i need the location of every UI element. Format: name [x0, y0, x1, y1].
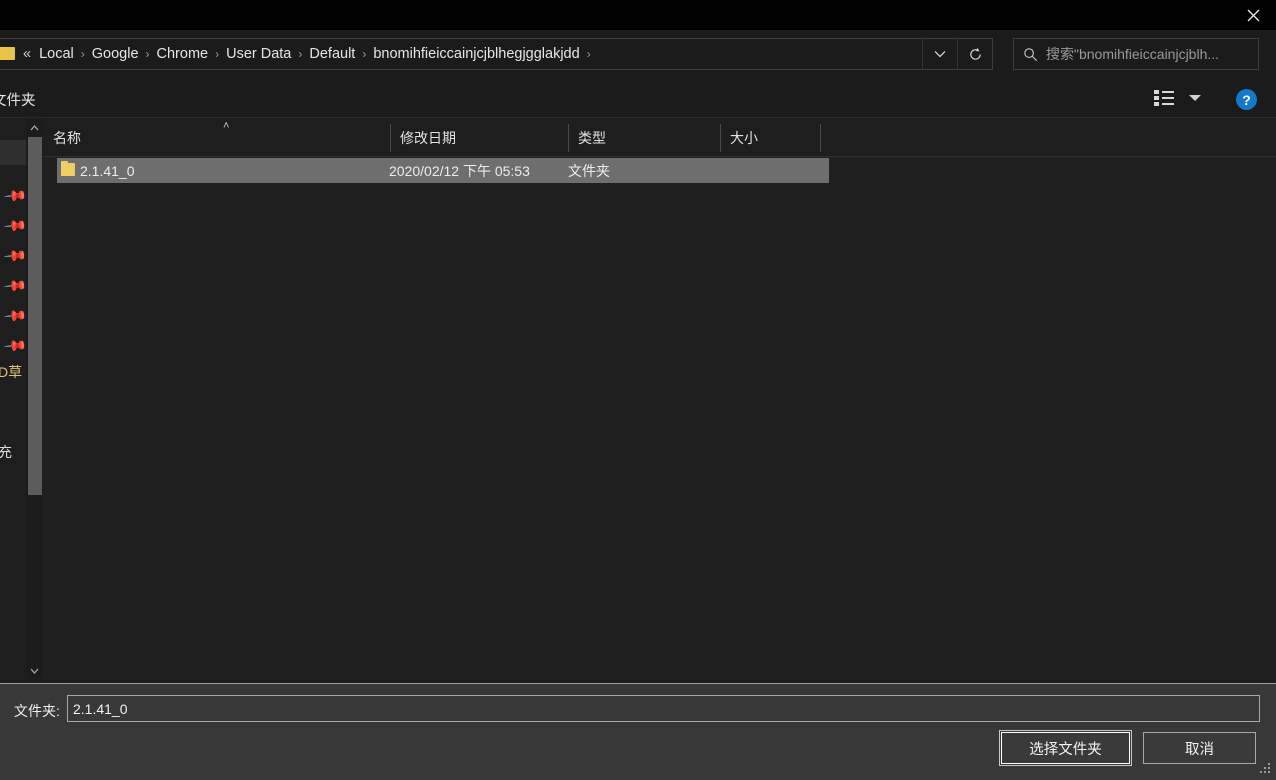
breadcrumb-separator[interactable]: › — [213, 47, 221, 61]
table-row[interactable]: 2.1.41_0 2020/02/12 下午 05:53 文件夹 — [57, 158, 829, 183]
folder-icon — [61, 161, 75, 176]
close-icon — [1247, 9, 1259, 21]
sort-ascending-icon: ˄ — [223, 120, 230, 132]
breadcrumb-item-extension-id[interactable] — [593, 51, 603, 57]
close-button[interactable] — [1230, 0, 1276, 30]
refresh-icon — [969, 47, 981, 60]
address-history-button[interactable] — [922, 39, 957, 69]
search-input[interactable]: 搜索"bnomihfieiccainjcjblh... — [1013, 38, 1259, 70]
breadcrumb-item-chrome[interactable]: Chrome — [152, 43, 214, 65]
scroll-up-icon[interactable] — [26, 119, 43, 136]
view-options-icon[interactable] — [1154, 90, 1174, 106]
sidebar-item-quick-access-3[interactable]: 📌 — [0, 241, 26, 271]
column-header-size[interactable]: 大小 — [720, 119, 820, 157]
breadcrumb-overflow[interactable]: « — [21, 43, 34, 65]
file-picker-dialog: « Local › Google › Chrome › User Data › … — [0, 0, 1276, 780]
new-folder-button[interactable]: 文件夹 — [0, 89, 36, 110]
view-options-caret-icon[interactable] — [1189, 95, 1201, 101]
select-folder-button[interactable]: 选择文件夹 — [999, 730, 1132, 766]
column-header-name[interactable]: 名称 ˄ — [43, 119, 390, 157]
address-bar[interactable]: « Local › Google › Chrome › User Data › … — [0, 38, 993, 70]
column-header-type-label: 类型 — [578, 130, 606, 146]
navigation-pane: 📌 📌 📌 📌 📌 📌 D草 充 — [0, 119, 26, 679]
help-button[interactable]: ? — [1236, 89, 1257, 110]
sidebar-item-label: 充 — [0, 444, 12, 460]
pin-icon: 📌 — [2, 303, 26, 329]
breadcrumb-separator[interactable]: › — [360, 47, 368, 61]
breadcrumb-item-default[interactable]: Default — [304, 43, 360, 65]
cell-date: 2020/02/12 下午 05:53 — [389, 162, 530, 179]
cancel-button[interactable]: 取消 — [1143, 732, 1256, 764]
cell-name: 2.1.41_0 — [80, 162, 135, 179]
sidebar-item-quick-access-4[interactable]: 📌 — [0, 271, 26, 301]
address-bar-row: « Local › Google › Chrome › User Data › … — [0, 30, 1276, 78]
folder-icon — [0, 44, 17, 64]
column-header-size-label: 大小 — [730, 130, 758, 146]
breadcrumb-item-user-data[interactable]: User Data — [221, 43, 296, 65]
title-bar — [0, 0, 1276, 30]
folder-name-input[interactable]: 2.1.41_0 — [67, 695, 1260, 722]
toolbar: 文件夹 — [0, 78, 1276, 118]
pin-icon: 📌 — [2, 183, 26, 209]
folder-field-label: 文件夹: — [14, 703, 60, 719]
file-list-pane: 名称 ˄ 修改日期 类型 大小 2.1.41_0 2020/02/12 下午 0… — [43, 119, 1276, 679]
column-header-type[interactable]: 类型 — [568, 119, 720, 157]
breadcrumb: « Local › Google › Chrome › User Data › … — [19, 43, 922, 65]
breadcrumb-separator[interactable]: › — [79, 47, 87, 61]
scrollbar-thumb[interactable] — [28, 137, 42, 495]
scroll-down-icon[interactable] — [26, 662, 43, 679]
pin-icon: 📌 — [2, 273, 26, 299]
sidebar-item-onedrive[interactable]: D草 — [0, 357, 26, 387]
pin-icon: 📌 — [2, 243, 26, 269]
column-header-date-label: 修改日期 — [400, 130, 456, 146]
chevron-down-icon — [934, 51, 946, 58]
pin-icon: 📌 — [2, 333, 26, 359]
sidebar-item-quick-access-2[interactable]: 📌 — [0, 211, 26, 241]
breadcrumb-item-extensions[interactable]: bnomihfieiccainjcjblhegjgglakjdd — [368, 43, 584, 65]
column-header-name-label: 名称 — [53, 130, 81, 146]
pin-icon: 📌 — [2, 213, 26, 239]
sidebar-item-quick-access-5[interactable]: 📌 — [0, 301, 26, 331]
sidebar-item-this-pc[interactable]: 充 — [0, 437, 26, 467]
search-icon — [1014, 47, 1046, 62]
cell-type: 文件夹 — [568, 162, 610, 179]
resize-grip[interactable] — [1259, 763, 1272, 776]
breadcrumb-separator[interactable]: › — [144, 47, 152, 61]
breadcrumb-item-local[interactable]: Local — [34, 43, 79, 65]
breadcrumb-item-google[interactable]: Google — [87, 43, 144, 65]
column-divider[interactable] — [820, 124, 821, 152]
column-header-date[interactable]: 修改日期 — [390, 119, 568, 157]
sidebar-item-label: D草 — [0, 364, 23, 380]
sidebar-item-quick-access-1[interactable]: 📌 — [0, 181, 26, 211]
sidebar-item-selected[interactable] — [0, 140, 26, 165]
column-header-row: 名称 ˄ 修改日期 类型 大小 — [43, 119, 1276, 157]
search-placeholder: 搜索"bnomihfieiccainjcjblh... — [1046, 46, 1220, 62]
breadcrumb-separator[interactable]: › — [585, 47, 593, 61]
breadcrumb-separator[interactable]: › — [296, 47, 304, 61]
navigation-scrollbar[interactable] — [26, 119, 43, 679]
file-rows: 2.1.41_0 2020/02/12 下午 05:53 文件夹 — [43, 158, 1276, 183]
refresh-button[interactable] — [957, 39, 992, 69]
